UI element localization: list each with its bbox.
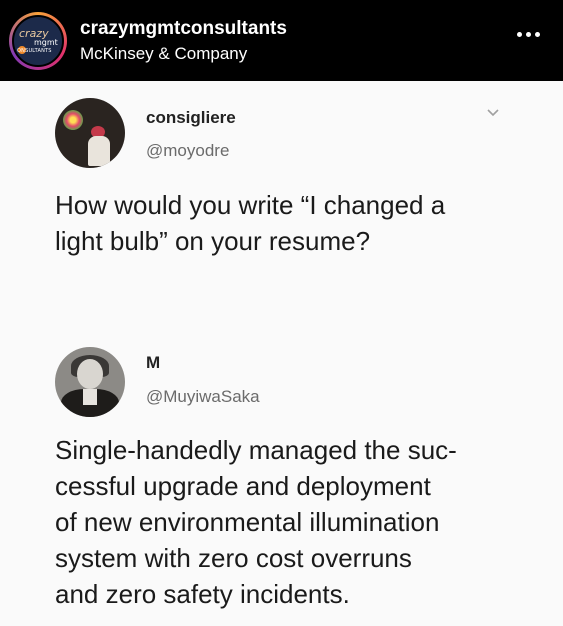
post-header: crazy mgmt ONSULTANTS crazymgmtconsultan… — [0, 0, 563, 81]
tweet-author-name: consigliere — [146, 108, 236, 127]
tweet-text-line: and zero safety incidents. — [55, 579, 350, 609]
portrait-collar — [83, 389, 97, 405]
tweet-text: Single-handedly managed the suc- cessful… — [55, 432, 457, 612]
logo-text-consultants: ONSULTANTS — [17, 48, 52, 54]
tweet-avatar-m — [55, 347, 125, 417]
tweet-text-line: How would you write “I changed a — [55, 190, 446, 220]
account-subtitle[interactable]: McKinsey & Company — [80, 44, 247, 64]
tweet-text-line: of new environmental illumination — [55, 507, 440, 537]
dot — [534, 31, 540, 37]
brand-logo: crazy mgmt ONSULTANTS — [12, 15, 64, 67]
tweet-author-handle: @moyodre — [146, 141, 230, 160]
tweet-text: How would you write “I changed a light b… — [55, 187, 445, 259]
tweet-text-line: light bulb” on your resume? — [55, 226, 371, 256]
portrait-face — [77, 359, 103, 389]
tweet-avatar-consigliere — [55, 98, 125, 168]
tweet-text-line: Single-handedly managed the suc- — [55, 435, 457, 465]
figure-body — [88, 136, 110, 166]
logo-text-mgmt: mgmt — [34, 38, 58, 47]
account-username[interactable]: crazymgmtconsultants — [80, 18, 287, 40]
dot — [525, 31, 531, 37]
profile-avatar[interactable]: crazy mgmt ONSULTANTS — [9, 12, 67, 70]
tweet-text-line: cessful upgrade and deployment — [55, 471, 431, 501]
tweet-author-name: M — [146, 353, 161, 372]
dot — [516, 31, 522, 37]
tweet-text-line: system with zero cost overruns — [55, 543, 412, 573]
tweet-author-handle: @MuyiwaSaka — [146, 387, 260, 406]
more-options-icon[interactable] — [514, 24, 542, 44]
chevron-down-icon — [487, 109, 499, 117]
flower-icon — [63, 110, 83, 130]
